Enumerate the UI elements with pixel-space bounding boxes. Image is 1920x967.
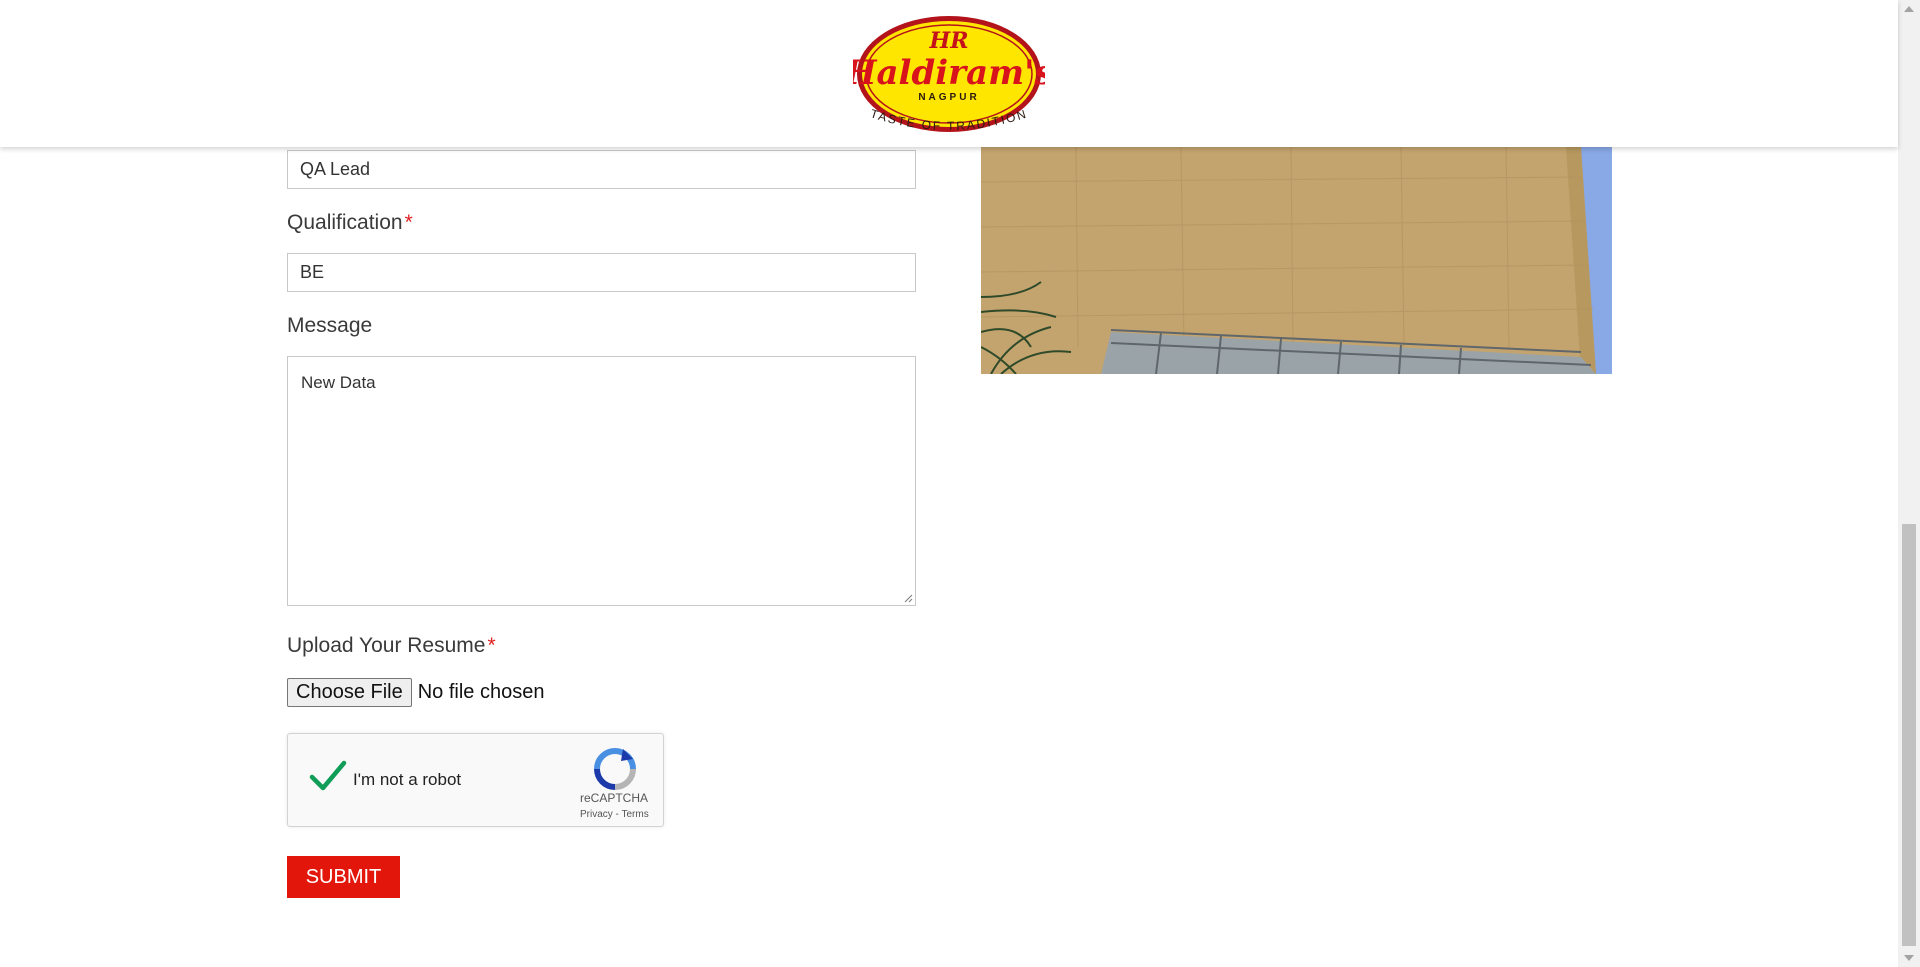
scroll-down-icon[interactable] <box>1904 955 1914 961</box>
position-input[interactable]: QA Lead <box>287 150 916 189</box>
message-textarea[interactable]: New Data <box>287 356 916 606</box>
logo-monogram: HR <box>928 28 968 54</box>
qualification-input[interactable]: BE <box>287 253 916 292</box>
required-marker: * <box>404 211 413 234</box>
haldirams-logo[interactable]: HR Haldiram's NAGPUR TASTE OF TRADITION <box>853 12 1045 140</box>
checkmark-icon[interactable] <box>308 756 348 796</box>
scroll-thumb[interactable] <box>1902 524 1916 946</box>
office-building-photo <box>981 147 1612 374</box>
required-marker: * <box>487 634 496 657</box>
message-label: Message <box>287 314 373 337</box>
captcha-label: I'm not a robot <box>353 770 462 789</box>
recaptcha-logo-icon <box>594 748 636 790</box>
vertical-scrollbar[interactable] <box>1898 0 1920 967</box>
submit-button[interactable]: SUBMIT <box>287 856 400 898</box>
scroll-up-icon[interactable] <box>1904 6 1914 12</box>
recaptcha-privacy-terms-links[interactable]: Privacy - Terms <box>580 809 649 820</box>
qualification-label: Qualification* <box>287 211 413 234</box>
resume-file-input[interactable]: Choose File No file chosen <box>287 678 544 707</box>
logo-wordmark: Haldiram's <box>853 53 1045 93</box>
message-text: New Data <box>301 373 376 392</box>
file-status-text: No file chosen <box>417 681 545 703</box>
logo-city: NAGPUR <box>918 92 979 103</box>
recaptcha-brand: reCAPTCHA <box>580 791 649 805</box>
site-header: HR Haldiram's NAGPUR TASTE OF TRADITION <box>0 0 1898 147</box>
resume-label: Upload Your Resume* <box>287 634 496 657</box>
choose-file-button[interactable]: Choose File <box>287 678 412 707</box>
resize-grip-icon[interactable] <box>903 593 913 603</box>
recaptcha-widget: I'm not a robot reCAPTCHA Privacy - Term… <box>287 733 664 827</box>
